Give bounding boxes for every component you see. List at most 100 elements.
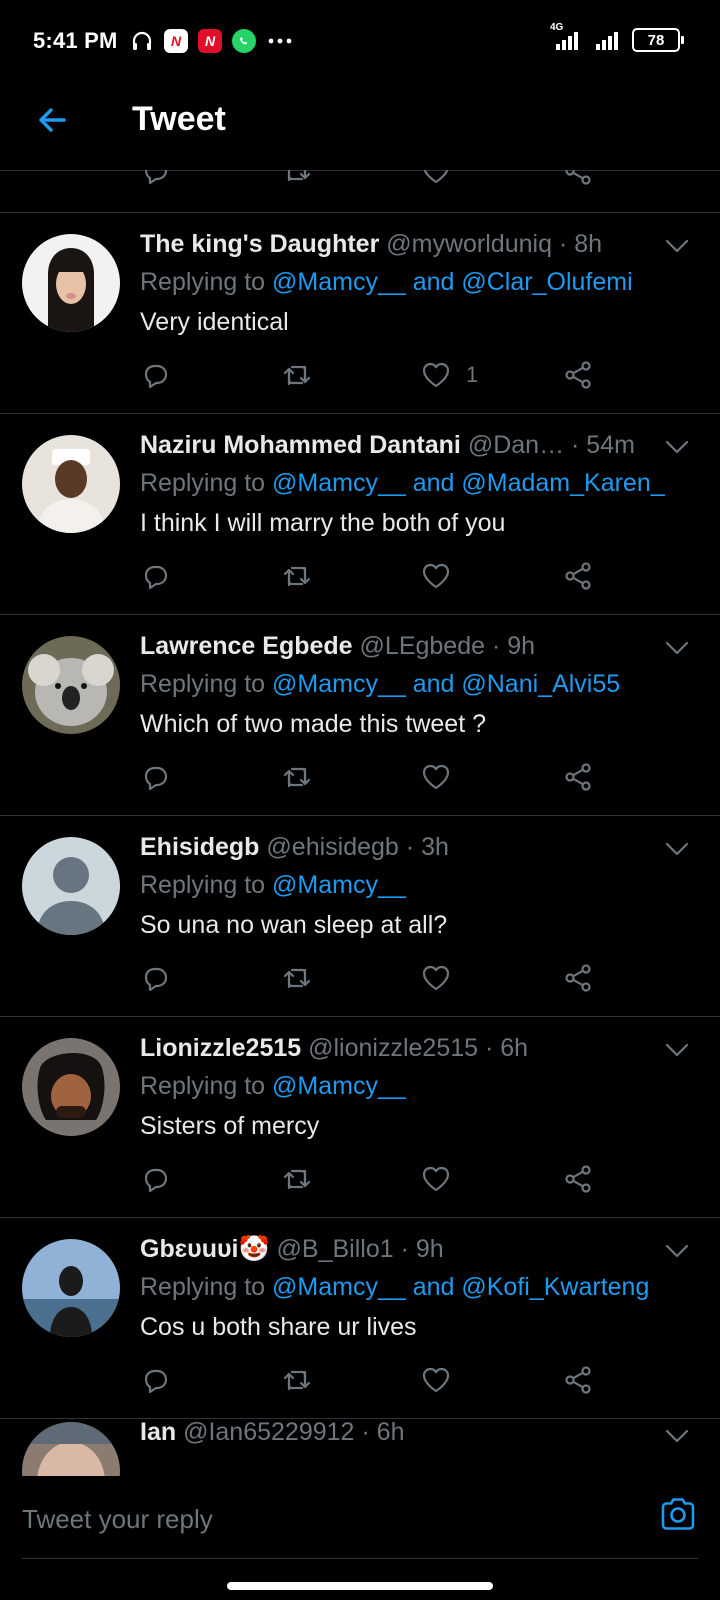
share-button[interactable] — [562, 1162, 594, 1196]
avatar[interactable] — [22, 636, 120, 734]
avatar[interactable] — [22, 1239, 120, 1337]
retweet-icon — [283, 968, 311, 989]
retweet-button[interactable] — [280, 559, 312, 593]
chevron-down-icon[interactable] — [664, 236, 690, 256]
reply-composer: Tweet your reply — [0, 1476, 720, 1600]
reply-button[interactable] — [140, 358, 172, 392]
share-button[interactable] — [562, 358, 594, 392]
tweet-reply[interactable]: Gbɛυuυi🤡 @B_Billo1 · 9h Replying to @Mam… — [0, 1217, 720, 1419]
display-name[interactable]: Naziru Mohammed Dantani — [140, 431, 461, 459]
tweet-actions: 1 — [140, 358, 610, 392]
avatar[interactable] — [22, 1038, 120, 1136]
retweet-button[interactable] — [280, 170, 312, 188]
back-arrow-icon[interactable] — [34, 102, 70, 138]
tweet-text: Cos u both share ur lives — [140, 1313, 417, 1341]
share-button[interactable] — [562, 1363, 594, 1397]
tweet-time: · 6h — [361, 1418, 405, 1446]
display-name[interactable]: Lawrence Egbede — [140, 632, 353, 660]
chevron-down-icon[interactable] — [664, 638, 690, 658]
mention-links[interactable]: @Mamcy__ and @Kofi_Kwarteng — [272, 1273, 649, 1301]
chevron-down-icon[interactable] — [664, 1426, 690, 1446]
user-handle: @ehisidegb — [266, 833, 399, 861]
tweet-actions — [140, 1162, 610, 1196]
reply-button[interactable] — [140, 1162, 172, 1196]
avatar[interactable] — [22, 837, 120, 935]
reply-button[interactable] — [140, 559, 172, 593]
reply-button[interactable] — [140, 1363, 172, 1397]
tweet-reply[interactable]: Ehisidegb @ehisidegb · 3h Replying to @M… — [0, 815, 720, 1017]
like-button[interactable] — [420, 760, 466, 794]
chevron-down-icon[interactable] — [664, 437, 690, 457]
reply-button[interactable] — [140, 170, 172, 188]
mention-links[interactable]: @Mamcy__ and @Clar_Olufemi — [272, 268, 633, 296]
share-button[interactable] — [562, 961, 594, 995]
share-button[interactable] — [562, 559, 594, 593]
display-name[interactable]: Gbɛυuυi🤡 — [140, 1235, 270, 1263]
like-button[interactable] — [420, 559, 466, 593]
mention-links[interactable]: @Mamcy__ and @Nani_Alvi55 — [272, 670, 620, 698]
tweet-time: · 9h — [491, 632, 536, 660]
partial-tweet[interactable]: Ian @Ian65229912 · 6h — [0, 1416, 720, 1476]
replying-to: Replying to @Mamcy__ and @Madam_Karen_ — [140, 469, 700, 498]
tweet-reply[interactable]: Naziru Mohammed Dantani @Dan… · 54m Repl… — [0, 413, 720, 615]
display-name[interactable]: The king's Daughter — [140, 230, 379, 258]
avatar[interactable] — [22, 234, 120, 332]
tweet-reply[interactable]: Lawrence Egbede @LEgbede · 9h Replying t… — [0, 614, 720, 816]
tweet-actions — [140, 559, 610, 593]
camera-icon[interactable] — [658, 1494, 698, 1534]
tweet-reply[interactable]: The king's Daughter @myworlduniq · 8h Re… — [0, 212, 720, 414]
display-name[interactable]: Ian — [140, 1418, 176, 1446]
avatar[interactable] — [22, 1422, 120, 1476]
tweet-reply[interactable]: Lionizzle2515 @lionizzle2515 · 6h Replyi… — [0, 1016, 720, 1218]
replying-to: Replying to @Mamcy__ and @Clar_Olufemi — [140, 268, 700, 297]
tweet-header: Lionizzle2515 @lionizzle2515 · 6h — [140, 1034, 670, 1063]
retweet-button[interactable] — [280, 1363, 312, 1397]
like-button[interactable]: 1 — [420, 358, 478, 392]
user-handle: @lionizzle2515 — [308, 1034, 479, 1062]
reply-input[interactable]: Tweet your reply — [22, 1476, 698, 1559]
chevron-down-icon[interactable] — [664, 1241, 690, 1261]
retweet-button[interactable] — [280, 1162, 312, 1196]
mention-links[interactable]: @Mamcy__ — [272, 871, 406, 899]
chevron-down-icon[interactable] — [664, 839, 690, 859]
like-button[interactable] — [420, 1162, 466, 1196]
replying-prefix: Replying to — [140, 1072, 266, 1100]
share-button[interactable] — [562, 170, 594, 188]
tweet-header: The king's Daughter @myworlduniq · 8h — [140, 230, 670, 259]
reply-button[interactable] — [140, 961, 172, 995]
reply-placeholder: Tweet your reply — [22, 1504, 213, 1534]
reply-icon — [144, 766, 168, 791]
home-indicator[interactable] — [227, 1582, 493, 1590]
replying-prefix: Replying to — [140, 670, 266, 698]
like-icon — [422, 1166, 450, 1192]
status-system-icons: 4G 78 — [550, 22, 684, 52]
like-button[interactable] — [420, 170, 452, 188]
mention-links[interactable]: @Mamcy__ — [272, 1072, 406, 1100]
display-name[interactable]: Ehisidegb — [140, 833, 259, 861]
replying-to: Replying to @Mamcy__ — [140, 871, 700, 900]
retweet-button[interactable] — [280, 760, 312, 794]
tweet-time: · 9h — [400, 1235, 444, 1263]
like-button[interactable] — [420, 961, 466, 995]
like-icon — [422, 965, 450, 991]
retweet-button[interactable] — [280, 358, 312, 392]
tweet-time: · 54m — [571, 431, 635, 459]
reply-icon — [144, 364, 168, 389]
like-button[interactable] — [420, 1363, 466, 1397]
headphones-icon — [132, 31, 152, 50]
share-button[interactable] — [562, 760, 594, 794]
chevron-down-icon[interactable] — [664, 1040, 690, 1060]
tweet-header: Ian @Ian65229912 · 6h — [140, 1418, 670, 1447]
mention-links[interactable]: @Mamcy__ and @Madam_Karen_ — [272, 469, 665, 497]
display-name[interactable]: Lionizzle2515 — [140, 1034, 301, 1062]
like-icon — [422, 362, 450, 388]
replying-to: Replying to @Mamcy__ — [140, 1072, 700, 1101]
replying-prefix: Replying to — [140, 469, 266, 497]
user-handle: @Dan… — [467, 431, 565, 459]
retweet-button[interactable] — [280, 961, 312, 995]
reply-button[interactable] — [140, 760, 172, 794]
share-icon — [565, 1165, 591, 1193]
replying-to: Replying to @Mamcy__ and @Nani_Alvi55 — [140, 670, 700, 699]
avatar[interactable] — [22, 435, 120, 533]
user-handle: @myworlduniq — [386, 230, 552, 258]
